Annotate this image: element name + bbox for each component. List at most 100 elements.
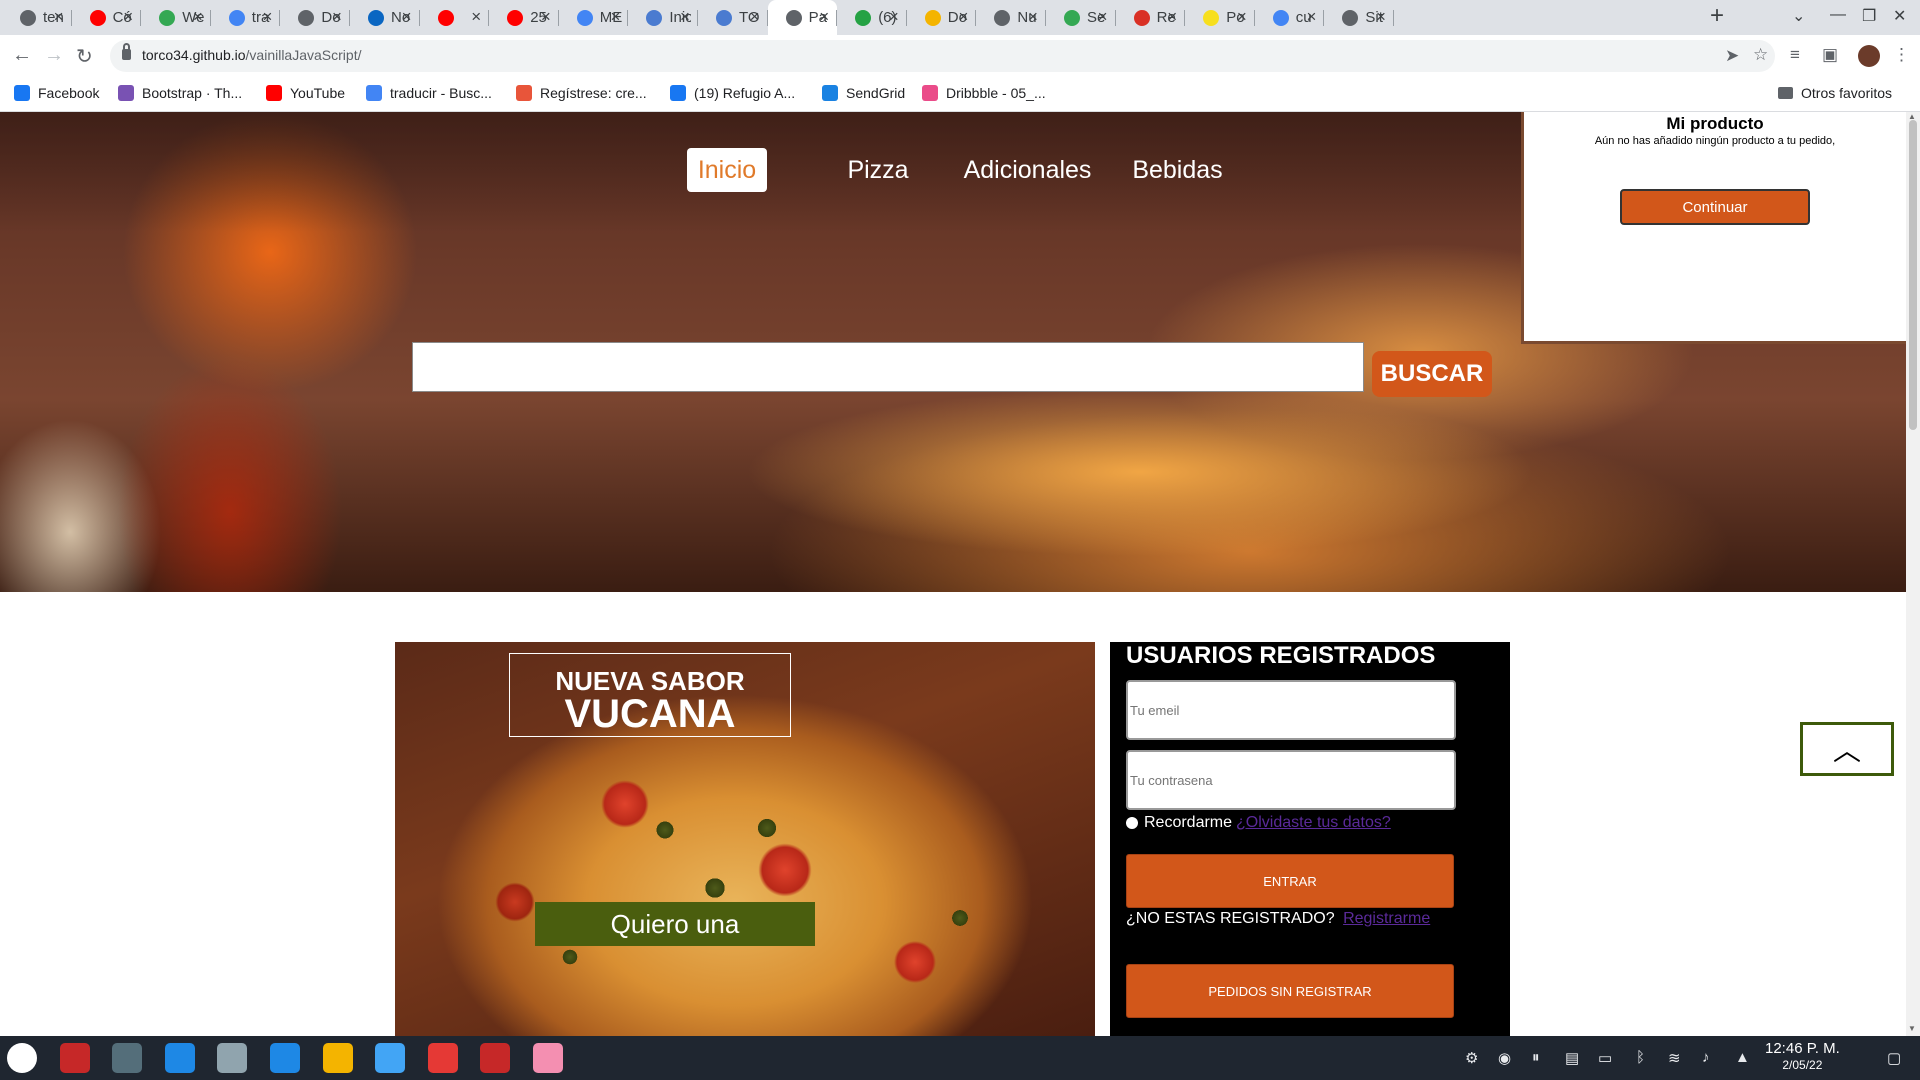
tab-close-icon[interactable]: × [262, 7, 272, 27]
night-light-icon[interactable]: ⚙ [1465, 1049, 1478, 1067]
clipboard-icon[interactable]: ▤ [1565, 1049, 1579, 1067]
lock-icon[interactable] [122, 43, 131, 60]
tab-close-icon[interactable]: × [1306, 7, 1316, 27]
tab-search-icon[interactable]: ⌄ [1792, 6, 1805, 26]
system-clock[interactable]: 12:46 P. M. 2/05/22 [1765, 1041, 1840, 1073]
browser-tab[interactable]: TO × [698, 0, 768, 35]
browser-tab[interactable]: (6) × [837, 0, 907, 35]
browser-tab[interactable]: × [420, 0, 490, 35]
profile-avatar[interactable] [1858, 45, 1880, 67]
scroll-to-top-button[interactable]: ︿ [1800, 722, 1894, 776]
bookmark-item[interactable]: traducir - Busc... [366, 85, 492, 101]
side-panel-icon[interactable]: ▣ [1822, 45, 1838, 65]
browser-tab[interactable]: Po × [1185, 0, 1255, 35]
bookmark-item[interactable]: Dribbble - 05_... [922, 85, 1046, 101]
scroll-down-arrow-icon[interactable]: ▼ [1908, 1024, 1916, 1033]
browser-tab[interactable]: Re × [1116, 0, 1186, 35]
pause-icon[interactable]: ⏸ [1532, 1049, 1540, 1066]
screenshot-app-icon[interactable] [217, 1043, 248, 1073]
tab-close-icon[interactable]: × [1028, 7, 1038, 27]
tab-close-icon[interactable]: × [610, 7, 620, 27]
scrollbar-thumb[interactable] [1909, 120, 1917, 430]
tab-close-icon[interactable]: × [889, 7, 899, 27]
tab-close-icon[interactable]: × [680, 7, 690, 27]
bookmark-item[interactable]: Regístrese: cre... [516, 85, 647, 101]
tray-expand-icon[interactable]: ▲ [1735, 1049, 1750, 1066]
tab-close-icon[interactable]: × [541, 7, 551, 27]
close-window-icon[interactable]: ✕ [1893, 6, 1906, 26]
terminal-app-2-icon[interactable] [480, 1043, 511, 1073]
browser-tab[interactable]: Se × [1046, 0, 1116, 35]
nav-pizza[interactable]: Pizza [838, 148, 918, 192]
email-field[interactable]: Tu emeil [1126, 680, 1456, 740]
menu-icon[interactable]: ⋮ [1893, 45, 1910, 65]
continue-button[interactable]: Continuar [1620, 189, 1810, 225]
settings-app-icon[interactable] [7, 1043, 37, 1073]
browser-tab[interactable]: ten × [2, 0, 72, 35]
browser-tab[interactable]: tra × [211, 0, 281, 35]
mixer-app-icon[interactable] [112, 1043, 143, 1073]
browser-tab[interactable]: 25 × [489, 0, 559, 35]
browser-tab[interactable]: No × [350, 0, 420, 35]
page-scrollbar[interactable]: ▲ ▼ [1906, 112, 1920, 1036]
bookmark-item[interactable]: Bootstrap · Th... [118, 85, 242, 101]
accessibility-icon[interactable]: ◉ [1498, 1049, 1511, 1067]
bookmark-item[interactable]: Facebook [14, 85, 99, 101]
other-bookmarks[interactable]: Otros favoritos [1778, 85, 1892, 101]
search-button[interactable]: BUSCAR [1372, 351, 1492, 397]
order-now-button[interactable]: Quiero una [535, 902, 815, 946]
browser-tab[interactable]: cu × [1255, 0, 1325, 35]
guest-order-button[interactable]: PEDIDOS SIN REGISTRAR [1126, 964, 1454, 1018]
bookmark-item[interactable]: YouTube [266, 85, 345, 101]
tab-close-icon[interactable]: × [1237, 7, 1247, 27]
tab-close-icon[interactable]: × [402, 7, 412, 27]
browser-tab[interactable]: Pa × [767, 0, 838, 35]
reload-icon[interactable]: ↻ [76, 44, 93, 69]
ide-app-icon[interactable] [427, 1043, 458, 1073]
battery-icon[interactable]: ▭ [1598, 1049, 1612, 1067]
nav-inicio[interactable]: Inicio [687, 148, 767, 192]
login-button[interactable]: ENTRAR [1126, 854, 1454, 908]
vscode-app-icon[interactable] [270, 1043, 300, 1073]
chrome-app-icon[interactable] [322, 1043, 353, 1073]
nav-adicionales[interactable]: Adicionales [955, 148, 1100, 192]
back-icon[interactable]: ← [12, 44, 32, 67]
tab-close-icon[interactable]: × [123, 7, 133, 27]
bookmark-item[interactable]: (19) Refugio A... [670, 85, 795, 101]
volume-icon[interactable]: ♪ [1702, 1049, 1710, 1066]
restore-icon[interactable]: ❐ [1862, 6, 1876, 26]
browser-tab[interactable]: Do × [280, 0, 350, 35]
browser-tab[interactable]: Inic × [628, 0, 698, 35]
tab-close-icon[interactable]: × [958, 7, 968, 27]
tab-close-icon[interactable]: × [750, 7, 760, 27]
bookmark-item[interactable]: SendGrid [822, 85, 905, 101]
tab-close-icon[interactable]: × [471, 7, 481, 27]
browser-tab[interactable]: We × [141, 0, 211, 35]
send-icon[interactable]: ➤ [1725, 46, 1739, 66]
wifi-icon[interactable]: ≋ [1668, 1049, 1681, 1067]
bookmark-star-icon[interactable]: ☆ [1753, 45, 1768, 65]
forgot-link[interactable]: ¿Olvidaste tus datos? [1236, 814, 1391, 832]
browser-tab[interactable]: Sit × [1324, 0, 1394, 35]
remember-radio[interactable] [1126, 817, 1138, 829]
url-text[interactable]: torco34.github.io/vainillaJavaScript/ [142, 47, 361, 63]
bluetooth-icon[interactable]: ᛒ [1636, 1049, 1645, 1066]
tab-close-icon[interactable]: × [54, 7, 64, 27]
tab-close-icon[interactable]: × [1167, 7, 1177, 27]
browser-tab[interactable]: Do × [907, 0, 977, 35]
tab-close-icon[interactable]: × [1098, 7, 1108, 27]
tab-close-icon[interactable]: × [332, 7, 342, 27]
new-tab-button[interactable]: + [1710, 2, 1724, 30]
password-field[interactable]: Tu contrasena [1126, 750, 1456, 810]
nav-bebidas[interactable]: Bebidas [1125, 148, 1230, 192]
browser-tab[interactable]: ME × [559, 0, 629, 35]
address-bar[interactable]: torco34.github.io/vainillaJavaScript/ ➤ … [110, 40, 1775, 72]
browser-tab[interactable]: Có × [72, 0, 142, 35]
show-desktop-icon[interactable]: ▢ [1887, 1049, 1901, 1067]
files-app-icon[interactable] [375, 1043, 406, 1073]
media-control-icon[interactable]: ≡ [1790, 45, 1800, 65]
register-link[interactable]: Registrarme [1343, 910, 1430, 927]
tab-close-icon[interactable]: × [193, 7, 203, 27]
browser-tab[interactable]: Nu × [976, 0, 1046, 35]
screen-recorder-app-icon[interactable] [533, 1043, 563, 1073]
